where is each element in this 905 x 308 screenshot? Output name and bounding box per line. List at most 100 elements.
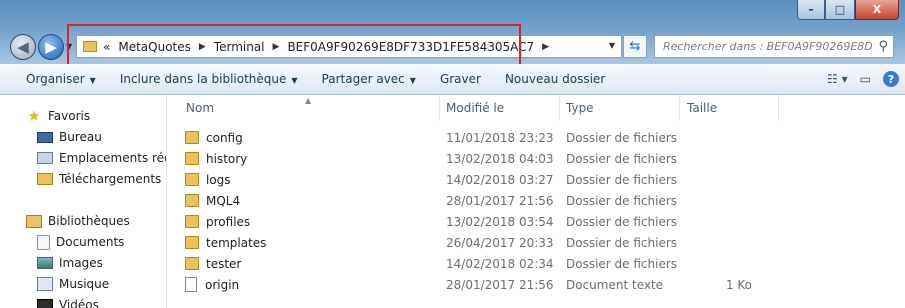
file-date: 11/01/2018 23:23 xyxy=(446,130,554,145)
nav-libraries[interactable]: Bibliothèques xyxy=(26,211,130,231)
chevron-down-icon: ▼ xyxy=(291,76,298,85)
file-size: 1 Ko xyxy=(725,277,752,292)
file-type: Document texte xyxy=(566,277,664,292)
annotation-highlight-box xyxy=(67,24,521,68)
forward-arrow-icon: ▶ xyxy=(45,38,57,56)
documents-icon xyxy=(37,234,50,250)
refresh-button[interactable]: ⇆ xyxy=(623,35,647,58)
file-type: Dossier de fichiers xyxy=(566,256,678,271)
search-placeholder: Rechercher dans : BEF0A9F90269E8DF... xyxy=(663,40,873,53)
organize-label: Organiser xyxy=(26,72,85,86)
file-row[interactable]: config 11/01/2018 23:23 Dossier de fichi… xyxy=(167,127,905,148)
nav-recent-places[interactable]: Emplacements récents xyxy=(37,148,166,168)
file-row[interactable]: logs 14/02/2018 03:27 Dossier de fichier… xyxy=(167,169,905,190)
chevron-right-icon[interactable]: ▶ xyxy=(542,42,549,52)
file-size xyxy=(707,190,752,211)
file-name: origin xyxy=(205,277,240,292)
file-date: 26/04/2017 20:33 xyxy=(446,235,554,250)
music-icon xyxy=(37,277,53,291)
downloads-icon xyxy=(37,173,53,185)
nav-videos[interactable]: Vidéos xyxy=(37,295,99,308)
refresh-icon: ⇆ xyxy=(629,39,641,54)
folder-icon xyxy=(185,215,199,228)
images-icon xyxy=(37,257,53,269)
forward-button[interactable]: ▶ xyxy=(38,34,64,60)
file-date: 13/02/2018 04:03 xyxy=(446,151,554,166)
chevron-down-icon: ▼ xyxy=(89,76,96,85)
column-separator[interactable] xyxy=(559,95,560,121)
window-controls: – □ X xyxy=(797,0,899,20)
column-header-type[interactable]: Type xyxy=(566,95,676,121)
file-date: 13/02/2018 03:54 xyxy=(446,214,554,229)
back-arrow-icon: ◀ xyxy=(17,38,29,56)
text-file-icon xyxy=(185,277,197,292)
nav-images[interactable]: Images xyxy=(37,253,103,273)
file-type: Dossier de fichiers xyxy=(566,235,678,250)
nav-favorites[interactable]: ★ Favoris xyxy=(26,106,90,126)
minimize-button[interactable]: – xyxy=(797,0,825,20)
folder-icon xyxy=(185,131,199,144)
file-name: templates xyxy=(206,235,267,250)
file-type: Dossier de fichiers xyxy=(566,214,678,229)
videos-icon xyxy=(37,298,53,308)
new-folder-button[interactable]: Nouveau dossier xyxy=(493,72,617,86)
star-icon: ★ xyxy=(27,107,41,125)
column-header-modified[interactable]: Modifié le xyxy=(446,95,556,121)
file-date: 14/02/2018 03:27 xyxy=(446,172,554,187)
nav-documents-label: Documents xyxy=(56,235,125,249)
nav-images-label: Images xyxy=(59,256,103,270)
folder-icon xyxy=(185,152,199,165)
file-type: Dossier de fichiers xyxy=(566,193,678,208)
file-type: Dossier de fichiers xyxy=(566,172,678,187)
file-row[interactable]: tester 14/02/2018 02:34 Dossier de fichi… xyxy=(167,253,905,274)
search-icon[interactable]: ⚲ xyxy=(878,39,888,54)
file-row[interactable]: origin 28/01/2017 21:56 Document texte 1… xyxy=(167,274,905,295)
nav-desktop[interactable]: Bureau xyxy=(37,127,102,147)
address-dropdown-icon[interactable]: ▼ xyxy=(609,41,615,50)
command-bar: Organiser ▼ Inclure dans la bibliothèque ▼… xyxy=(0,64,905,95)
file-name: profiles xyxy=(206,214,251,229)
maximize-button[interactable]: □ xyxy=(825,0,855,20)
file-size xyxy=(707,148,752,169)
column-separator[interactable] xyxy=(439,95,440,121)
include-library-menu[interactable]: Inclure dans la bibliothèque ▼ xyxy=(108,72,310,86)
preview-pane-icon[interactable]: ▭ xyxy=(860,72,871,86)
share-label: Partager avec xyxy=(321,72,405,86)
file-row[interactable]: MQL4 28/01/2017 21:56 Dossier de fichier… xyxy=(167,190,905,211)
file-size xyxy=(707,127,752,148)
file-date: 14/02/2018 02:34 xyxy=(446,256,554,271)
file-type: Dossier de fichiers xyxy=(566,151,678,166)
organize-menu[interactable]: Organiser ▼ xyxy=(0,72,108,86)
folder-icon xyxy=(185,173,199,186)
back-button[interactable]: ◀ xyxy=(10,34,36,60)
nav-downloads[interactable]: Téléchargements xyxy=(37,169,161,189)
file-row[interactable]: templates 26/04/2017 20:33 Dossier de fi… xyxy=(167,232,905,253)
explorer-window: – □ X ◀ ▶ ▼ « MetaQuotes ▶ Terminal ▶ BE… xyxy=(0,0,905,308)
file-size xyxy=(707,253,752,274)
column-separator[interactable] xyxy=(778,95,779,121)
folder-icon xyxy=(185,194,199,207)
file-size xyxy=(707,211,752,232)
nav-favorites-label: Favoris xyxy=(48,109,91,123)
nav-documents[interactable]: Documents xyxy=(37,232,124,252)
file-row[interactable]: profiles 13/02/2018 03:54 Dossier de fic… xyxy=(167,211,905,232)
search-input[interactable]: Rechercher dans : BEF0A9F90269E8DF... ⚲ xyxy=(654,35,894,58)
column-header-name[interactable]: Nom xyxy=(186,95,436,121)
file-name: tester xyxy=(206,256,242,271)
close-button[interactable]: X xyxy=(855,0,899,20)
nav-music[interactable]: Musique xyxy=(37,274,109,294)
nav-desktop-label: Bureau xyxy=(59,130,102,144)
share-menu[interactable]: Partager avec ▼ xyxy=(310,72,428,86)
column-separator[interactable] xyxy=(679,95,680,121)
desktop-icon xyxy=(37,131,53,143)
help-icon[interactable]: ? xyxy=(883,71,899,87)
file-list: ▲ Nom Modifié le Type Taille config 11/0… xyxy=(167,95,905,308)
file-name: MQL4 xyxy=(206,193,241,208)
view-options-icon[interactable]: ☷ ▾ xyxy=(827,72,848,86)
view-controls: ☷ ▾ ▭ ? xyxy=(827,71,899,87)
column-header-size[interactable]: Taille xyxy=(687,95,777,121)
navigation-pane: ★ Favoris Bureau Emplacements récents Té… xyxy=(0,95,166,308)
file-size xyxy=(707,169,752,190)
file-row[interactable]: history 13/02/2018 04:03 Dossier de fich… xyxy=(167,148,905,169)
burn-button[interactable]: Graver xyxy=(428,72,493,86)
